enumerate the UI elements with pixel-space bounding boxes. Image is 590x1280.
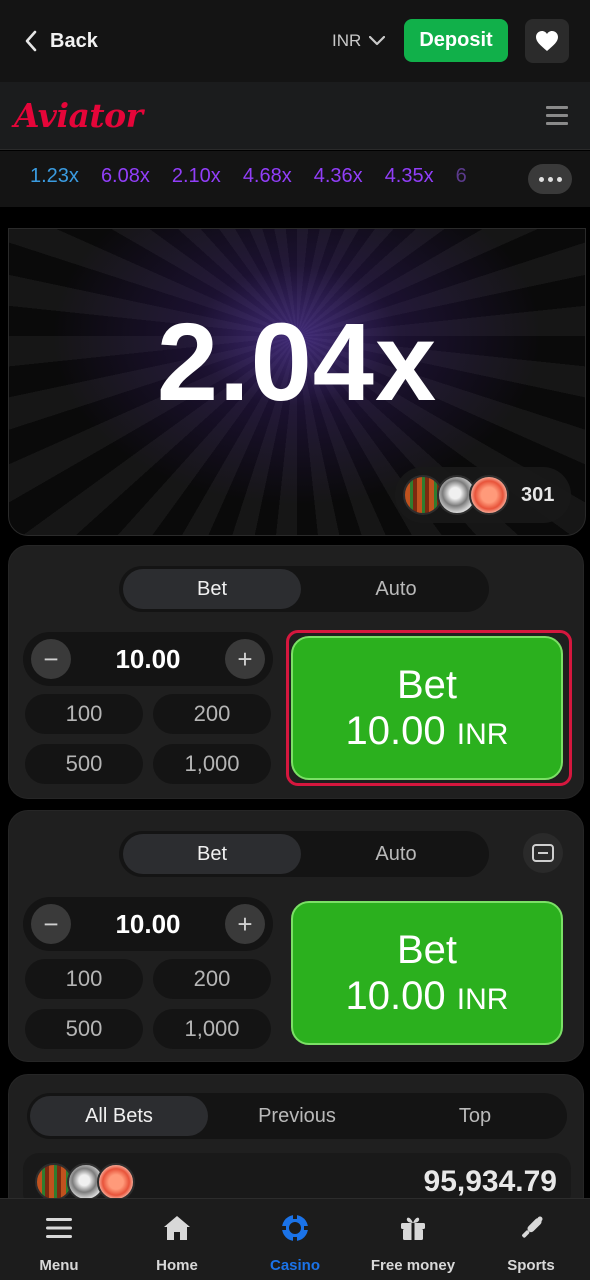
increase-amount-button[interactable]: + <box>225 639 265 679</box>
quick-amount-button[interactable]: 1,000 <box>153 1009 271 1049</box>
quick-amount-button[interactable]: 500 <box>25 1009 143 1049</box>
history-multiplier: 4.68x <box>242 165 292 187</box>
place-bet-button[interactable]: Bet 10.00 INR <box>291 636 563 780</box>
bet-button-label: Bet <box>396 928 458 972</box>
decrease-amount-button[interactable]: − <box>31 904 71 944</box>
bottom-navigation: Menu Home Casino Free money Sports <box>0 1198 590 1280</box>
deposit-button[interactable]: Deposit <box>404 19 508 62</box>
tab-auto[interactable]: Auto <box>307 834 485 874</box>
bets-tabs: All Bets Previous Top <box>27 1093 567 1139</box>
back-button[interactable]: Back <box>24 20 98 62</box>
bet-panel-1: Bet Auto − 10.00 + 100 200 500 1,000 Bet… <box>8 545 584 799</box>
increase-amount-button[interactable]: + <box>225 904 265 944</box>
history-multiplier: 4.36x <box>313 165 363 187</box>
gift-icon <box>396 1211 430 1245</box>
avatar <box>97 1163 135 1201</box>
nav-label: Sports <box>507 1257 555 1274</box>
bets-list-panel: All Bets Previous Top 95,934.79 <box>8 1074 584 1209</box>
history-multiplier: 2.10x <box>171 165 221 187</box>
history-list: 1.23x 6.08x 2.10x 4.68x 4.36x 4.35x 6 <box>30 165 518 188</box>
quick-amount-button[interactable]: 1,000 <box>153 744 271 784</box>
game-area: 2.04x 301 <box>8 228 586 536</box>
casino-chip-icon <box>278 1211 312 1245</box>
bets-total-amount: 95,934.79 <box>423 1165 557 1198</box>
decrease-amount-button[interactable]: − <box>31 639 71 679</box>
multiplier-history: 1.23x 6.08x 2.10x 4.68x 4.36x 4.35x 6 <box>0 151 590 207</box>
bet-amount-value[interactable]: 10.00 <box>73 897 223 951</box>
nav-free-money[interactable]: Free money <box>354 1199 472 1280</box>
players-indicator: 301 <box>395 467 571 523</box>
bet-mode-tabs: Bet Auto <box>119 566 489 612</box>
home-icon <box>160 1211 194 1245</box>
nav-home[interactable]: Home <box>118 1199 236 1280</box>
players-count: 301 <box>521 483 555 506</box>
history-multiplier: 6.08x <box>100 165 150 187</box>
tab-bet[interactable]: Bet <box>123 834 301 874</box>
more-history-button[interactable] <box>528 164 572 194</box>
bet-button-label: Bet <box>396 663 458 707</box>
player-avatars <box>403 473 513 517</box>
tab-auto[interactable]: Auto <box>307 569 485 609</box>
bet-amount-stepper: − 10.00 + <box>23 897 273 951</box>
heart-icon <box>536 31 558 51</box>
place-bet-button[interactable]: Bet 10.00 INR <box>291 901 563 1045</box>
quick-amount-button[interactable]: 200 <box>153 959 271 999</box>
chevron-left-icon <box>25 30 37 52</box>
quick-amount-button[interactable]: 500 <box>25 744 143 784</box>
current-multiplier: 2.04x <box>156 301 438 424</box>
top-bar: Back INR Deposit <box>0 0 590 82</box>
avatar <box>469 475 509 515</box>
nav-casino[interactable]: Casino <box>236 1199 354 1280</box>
game-header: Aviator <box>0 82 590 150</box>
sports-icon <box>514 1211 548 1245</box>
history-multiplier: 6 <box>455 165 467 187</box>
tab-previous[interactable]: Previous <box>208 1096 386 1136</box>
tab-top[interactable]: Top <box>386 1096 564 1136</box>
history-multiplier: 1.23x <box>30 165 79 187</box>
player-avatars <box>35 1163 145 1203</box>
remove-panel-button[interactable] <box>523 833 563 873</box>
nav-label: Casino <box>269 1257 320 1274</box>
bet-mode-tabs: Bet Auto <box>119 831 489 877</box>
hamburger-menu-icon[interactable] <box>546 106 568 126</box>
tab-all-bets[interactable]: All Bets <box>30 1096 208 1136</box>
nav-label: Menu <box>39 1257 79 1274</box>
bet-button-amount: 10.00 INR <box>345 974 509 1018</box>
nav-label: Free money <box>370 1257 456 1274</box>
quick-amount-button[interactable]: 100 <box>25 694 143 734</box>
bet-button-amount: 10.00 INR <box>345 709 509 753</box>
bet-amount-stepper: − 10.00 + <box>23 632 273 686</box>
nav-sports[interactable]: Sports <box>472 1199 590 1280</box>
currency-selector[interactable]: INR <box>332 24 386 58</box>
nav-menu[interactable]: Menu <box>0 1199 118 1280</box>
bet-panel-2: Bet Auto − 10.00 + 100 200 500 1,000 Bet… <box>8 810 584 1062</box>
chevron-down-icon <box>369 36 386 46</box>
aviator-logo: Aviator <box>14 96 143 135</box>
back-label: Back <box>50 29 98 52</box>
history-multiplier: 4.35x <box>384 165 434 187</box>
nav-label: Home <box>156 1257 198 1274</box>
quick-amount-button[interactable]: 200 <box>153 694 271 734</box>
favorite-button[interactable] <box>525 19 569 63</box>
quick-amount-button[interactable]: 100 <box>25 959 143 999</box>
bet-amount-value[interactable]: 10.00 <box>73 632 223 686</box>
menu-icon <box>42 1211 76 1245</box>
tab-bet[interactable]: Bet <box>123 569 301 609</box>
minus-square-icon <box>532 844 554 862</box>
currency-label: INR <box>332 31 362 50</box>
